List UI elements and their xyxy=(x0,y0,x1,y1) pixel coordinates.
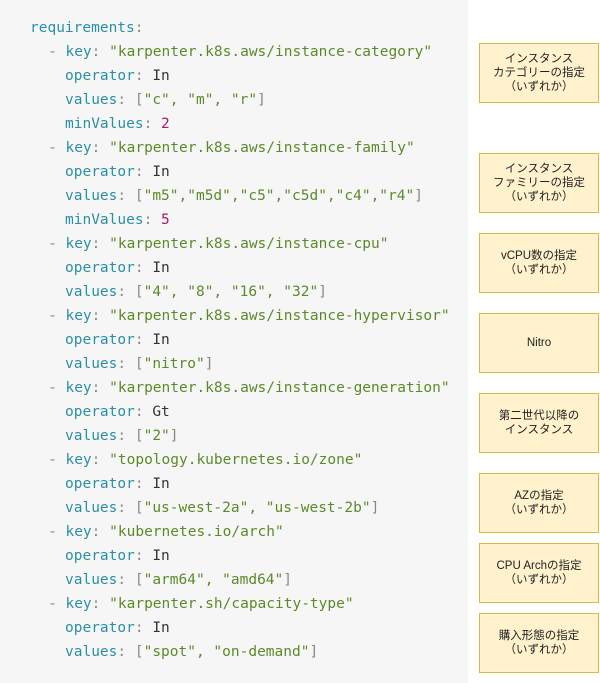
note-arch: CPU Archの指定 （いずれか） xyxy=(479,543,599,603)
requirement-operator: In xyxy=(152,476,170,492)
requirement-key: karpenter.k8s.aws/instance-category xyxy=(117,44,424,60)
code-line-operator: operator: Gt xyxy=(65,404,170,420)
requirement-key: kubernetes.io/arch xyxy=(117,524,276,540)
code-line-values: values: ["nitro"] xyxy=(65,356,214,372)
requirement-values: "nitro" xyxy=(143,356,205,372)
code-line-minvalues: minValues: 5 xyxy=(65,212,170,228)
note-hypervisor: Nitro xyxy=(479,313,599,373)
code-line-values: values: ["c", "m", "r"] xyxy=(65,92,266,108)
code-line-operator: operator: In xyxy=(65,260,170,276)
code-line-operator: operator: In xyxy=(65,620,170,636)
code-line-key: - key: "karpenter.sh/capacity-type" xyxy=(48,596,354,612)
requirement-values: "2" xyxy=(143,428,170,444)
code-line-values: values: ["m5","m5d","c5","c5d","c4","r4"… xyxy=(65,188,423,204)
code-line-operator: operator: In xyxy=(65,548,170,564)
requirement-values: "4", "8", "16", "32" xyxy=(143,284,319,300)
requirement-operator: In xyxy=(152,164,170,180)
requirement-key: karpenter.sh/capacity-type xyxy=(117,596,345,612)
requirement-values: "spot", "on-demand" xyxy=(143,644,310,660)
code-line-key: - key: "karpenter.k8s.aws/instance-cpu" xyxy=(48,236,389,252)
root-key: requirements xyxy=(30,20,135,36)
note-vcpu: vCPU数の指定 （いずれか） xyxy=(479,233,599,293)
code-line-key: - key: "karpenter.k8s.aws/instance-famil… xyxy=(48,140,415,156)
requirement-operator: In xyxy=(152,620,170,636)
code-line-operator: operator: In xyxy=(65,68,170,84)
code-line-values: values: ["arm64", "amd64"] xyxy=(65,572,293,588)
code-line-key: - key: "karpenter.k8s.aws/instance-gener… xyxy=(48,380,450,396)
code-line-key: - key: "kubernetes.io/arch" xyxy=(48,524,284,540)
note-instance-category: インスタンス カテゴリーの指定 （いずれか） xyxy=(479,43,599,103)
requirement-key: topology.kubernetes.io/zone xyxy=(117,452,354,468)
requirement-values: "c", "m", "r" xyxy=(143,92,258,108)
requirement-operator: In xyxy=(152,332,170,348)
code-line-key: - key: "karpenter.k8s.aws/instance-hyper… xyxy=(48,308,450,324)
code-panel: requirements: - key: "karpenter.k8s.aws/… xyxy=(0,0,468,683)
code-line-root: requirements: xyxy=(30,20,144,36)
requirement-operator: In xyxy=(152,260,170,276)
code-line-key: - key: "topology.kubernetes.io/zone" xyxy=(48,452,363,468)
requirement-operator: In xyxy=(152,68,170,84)
requirement-key: karpenter.k8s.aws/instance-hypervisor xyxy=(117,308,441,324)
note-zone: AZの指定 （いずれか） xyxy=(479,473,599,533)
requirement-min-values: 2 xyxy=(161,116,170,132)
code-line-values: values: ["spot", "on-demand"] xyxy=(65,644,319,660)
requirement-key: karpenter.k8s.aws/instance-family xyxy=(117,140,406,156)
code-line-values: values: ["4", "8", "16", "32"] xyxy=(65,284,327,300)
code-line-operator: operator: In xyxy=(65,332,170,348)
requirement-operator: Gt xyxy=(152,404,170,420)
note-capacity-type: 購入形態の指定 （いずれか） xyxy=(479,613,599,673)
code-line-operator: operator: In xyxy=(65,164,170,180)
code-line-values: values: ["us-west-2a", "us-west-2b"] xyxy=(65,500,380,516)
requirement-values: "m5","m5d","c5","c5d","c4","r4" xyxy=(143,188,415,204)
requirement-key: karpenter.k8s.aws/instance-cpu xyxy=(117,236,380,252)
note-generation: 第二世代以降の インスタンス xyxy=(479,393,599,453)
requirement-min-values: 5 xyxy=(161,212,170,228)
note-instance-family: インスタンス ファミリーの指定 （いずれか） xyxy=(479,153,599,213)
code-line-values: values: ["2"] xyxy=(65,428,179,444)
code-line-minvalues: minValues: 2 xyxy=(65,116,170,132)
requirement-key: karpenter.k8s.aws/instance-generation xyxy=(117,380,441,396)
code-line-operator: operator: In xyxy=(65,476,170,492)
code-line-key: - key: "karpenter.k8s.aws/instance-categ… xyxy=(48,44,433,60)
requirement-values: "us-west-2a", "us-west-2b" xyxy=(143,500,371,516)
requirement-operator: In xyxy=(152,548,170,564)
requirement-values: "arm64", "amd64" xyxy=(143,572,284,588)
